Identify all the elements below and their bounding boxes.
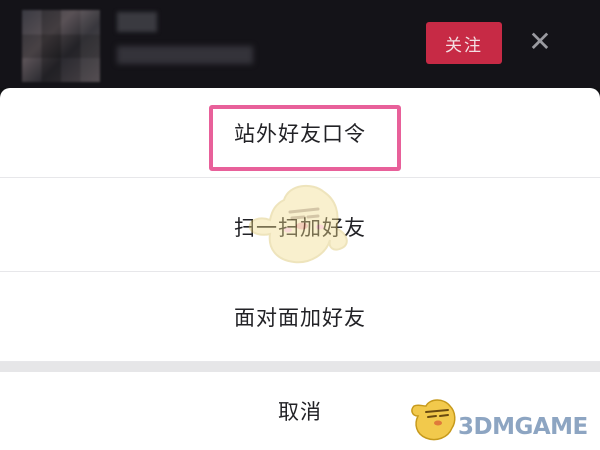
option-off-site-friend-code[interactable]: 站外好友口令 — [0, 88, 600, 178]
avatar[interactable] — [22, 10, 100, 82]
option-scan-add-friend[interactable]: 扫一扫加好友 — [0, 182, 600, 272]
cancel-label: 取消 — [278, 400, 322, 424]
option-label: 扫一扫加好友 — [234, 215, 366, 240]
follow-button[interactable]: 关注 — [426, 22, 502, 64]
add-friend-action-sheet: 站外好友口令 扫一扫加好友 面对面加好友 取消 — [0, 88, 600, 450]
blurred-username — [117, 12, 157, 32]
profile-header: 关注 ✕ — [0, 0, 600, 88]
option-label: 站外好友口令 — [234, 121, 366, 146]
blurred-user-subtitle — [117, 46, 253, 64]
close-icon[interactable]: ✕ — [526, 28, 554, 56]
watermark-text: 3DMGAME — [458, 414, 588, 440]
option-label: 面对面加好友 — [234, 305, 366, 330]
sheet-divider — [0, 362, 600, 372]
option-face-to-face-add-friend[interactable]: 面对面加好友 — [0, 272, 600, 362]
